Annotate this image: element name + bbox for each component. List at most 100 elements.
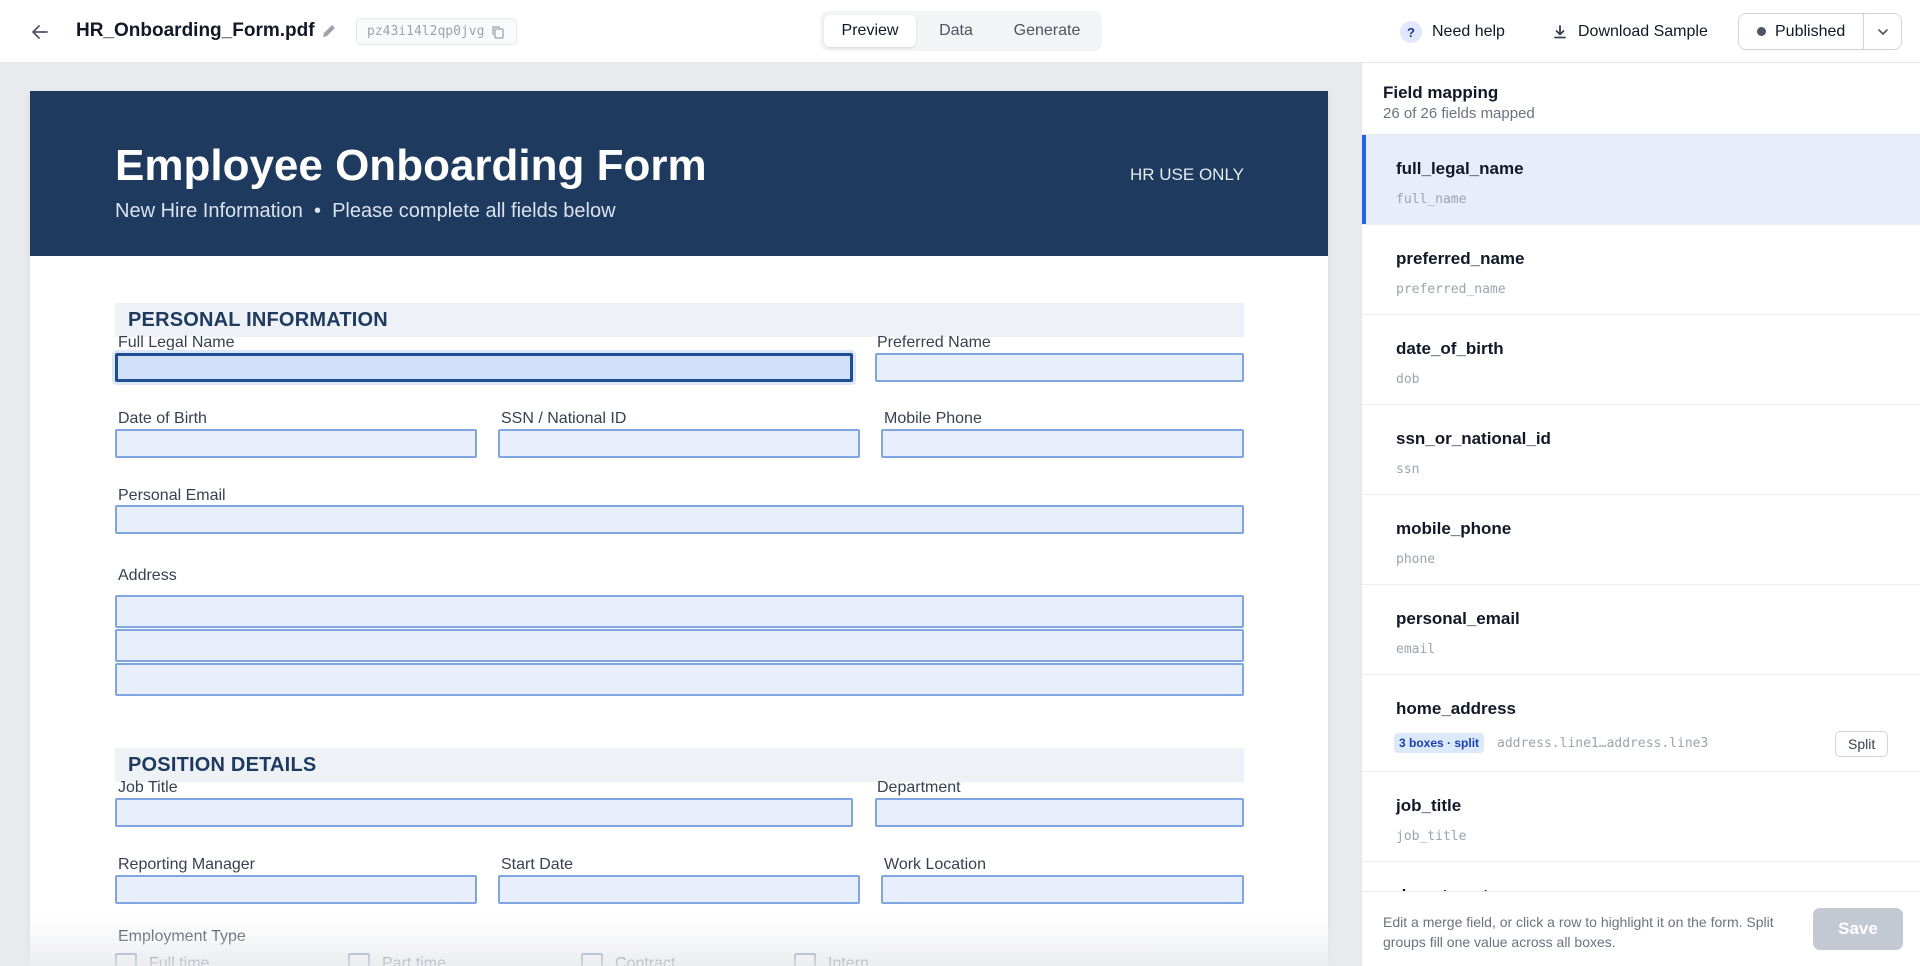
pencil-icon (323, 25, 335, 37)
section-personal-information: PERSONAL INFORMATION (115, 303, 1244, 337)
need-help-label: Need help (1432, 23, 1505, 40)
merge-field-key[interactable]: dob (1396, 372, 1419, 387)
field-start-date[interactable] (498, 875, 860, 904)
published-button[interactable]: Published (1739, 14, 1863, 49)
field-ssn[interactable] (498, 429, 860, 458)
copy-icon (492, 25, 505, 39)
form-title: Employee Onboarding Form (115, 141, 707, 190)
tab-data[interactable]: Data (916, 15, 996, 47)
label-address: Address (118, 567, 177, 584)
back-button[interactable] (26, 18, 54, 46)
footer-hint: Edit a merge field, or click a row to hi… (1383, 914, 1774, 950)
document-preview[interactable]: Employee Onboarding Form New Hire Inform… (0, 63, 1361, 966)
mapping-row-date-of-birth[interactable]: date_of_birth dob (1362, 315, 1920, 405)
checkbox-intern[interactable] (794, 953, 816, 966)
top-bar: HR_Onboarding_Form.pdf pz43i14l2qp0jvg P… (0, 0, 1920, 63)
document-id-chip: pz43i14l2qp0jvg (356, 18, 518, 45)
form-subtitle: New Hire Information • Please complete a… (115, 200, 616, 222)
field-work-location[interactable] (881, 875, 1244, 904)
label-job-title: Job Title (118, 779, 178, 796)
mapping-row-ssn[interactable]: ssn_or_national_id ssn (1362, 405, 1920, 495)
field-preferred-name[interactable] (875, 353, 1244, 382)
mapping-row-name: preferred_name (1396, 249, 1525, 268)
label-personal-email: Personal Email (118, 487, 226, 504)
label-reporting-manager: Reporting Manager (118, 856, 255, 873)
mapping-row-preferred-name[interactable]: preferred_name preferred_name (1362, 225, 1920, 315)
mapping-row-name: ssn_or_national_id (1396, 429, 1551, 448)
field-mapping-panel: Field mapping 26 of 26 fields mapped ful… (1361, 63, 1920, 966)
status-dot-icon (1757, 27, 1766, 36)
section-position-details: POSITION DETAILS (115, 748, 1244, 782)
field-job-title[interactable] (115, 798, 853, 827)
rename-button[interactable] (318, 20, 340, 42)
copy-id-button[interactable] (490, 24, 506, 40)
form-page: Employee Onboarding Form New Hire Inform… (30, 91, 1328, 966)
mapping-row-home-address[interactable]: home_address 3 boxes · split address.lin… (1362, 675, 1920, 772)
mapping-row-name: job_title (1396, 796, 1462, 815)
label-date-of-birth: Date of Birth (118, 410, 207, 427)
label-part-time: Part time (382, 955, 447, 966)
label-full-legal-name: Full Legal Name (118, 334, 235, 351)
merge-field-key[interactable]: full_name (1396, 192, 1466, 207)
section-title: PERSONAL INFORMATION (128, 309, 388, 331)
publish-menu-button[interactable] (1863, 14, 1901, 49)
merge-field-key[interactable]: ssn (1396, 462, 1419, 477)
merge-field-key[interactable]: address.line1…address.line3 (1497, 736, 1708, 751)
label-employment-type: Employment Type (118, 928, 246, 945)
field-address-line-2[interactable] (115, 629, 1244, 662)
hr-use-only-note: HR USE ONLY (1130, 165, 1244, 184)
label-start-date: Start Date (501, 856, 574, 873)
split-button[interactable]: Split (1835, 731, 1889, 757)
label-ssn: SSN / National ID (501, 410, 627, 427)
merge-field-key[interactable]: phone (1396, 552, 1435, 567)
label-mobile-phone: Mobile Phone (884, 410, 982, 427)
panel-header: Field mapping 26 of 26 fields mapped (1362, 63, 1920, 135)
document-id: pz43i14l2qp0jvg (367, 24, 485, 39)
split-badge: 3 boxes · split (1394, 733, 1485, 753)
field-department[interactable] (875, 798, 1244, 827)
mapping-row-name: home_address (1396, 699, 1516, 718)
section-title: POSITION DETAILS (128, 754, 317, 776)
label-full-time: Full time (149, 955, 210, 966)
merge-field-key[interactable]: email (1396, 642, 1435, 657)
field-reporting-manager[interactable] (115, 875, 477, 904)
field-date-of-birth[interactable] (115, 429, 477, 458)
panel-title: Field mapping (1383, 83, 1499, 102)
label-work-location: Work Location (884, 856, 986, 873)
checkbox-contract[interactable] (581, 953, 603, 966)
mapping-row-mobile-phone[interactable]: mobile_phone phone (1362, 495, 1920, 585)
form-header: Employee Onboarding Form New Hire Inform… (30, 91, 1328, 256)
mapping-row-name: personal_email (1396, 609, 1520, 628)
mapping-row-job-title[interactable]: job_title job_title (1362, 772, 1920, 862)
label-department: Department (877, 779, 961, 796)
published-label: Published (1775, 22, 1846, 40)
mapping-row-name: date_of_birth (1396, 339, 1504, 358)
mapping-list[interactable]: full_legal_name full_name preferred_name… (1362, 135, 1920, 891)
checkbox-full-time[interactable] (115, 953, 137, 966)
mapping-row-name: mobile_phone (1396, 519, 1512, 538)
chevron-down-icon (1877, 28, 1888, 35)
tab-preview[interactable]: Preview (824, 15, 916, 47)
field-personal-email[interactable] (115, 505, 1244, 534)
mapping-row-full-legal-name[interactable]: full_legal_name full_name (1362, 135, 1920, 225)
arrow-left-icon (32, 25, 48, 39)
tab-generate[interactable]: Generate (996, 15, 1098, 47)
mapping-row-personal-email[interactable]: personal_email email (1362, 585, 1920, 675)
merge-field-key[interactable]: preferred_name (1396, 282, 1506, 297)
need-help-button[interactable]: ? Need help (1400, 19, 1505, 45)
label-intern: Intern (828, 955, 869, 966)
field-full-legal-name[interactable] (115, 353, 853, 382)
save-button[interactable]: Save (1813, 908, 1903, 950)
mapping-row-department[interactable]: department (1362, 862, 1920, 891)
field-mobile-phone[interactable] (881, 429, 1244, 458)
merge-field-key[interactable]: job_title (1396, 829, 1466, 844)
field-address-line-3[interactable] (115, 663, 1244, 696)
checkbox-part-time[interactable] (348, 953, 370, 966)
publish-status-control: Published (1738, 13, 1902, 50)
view-tabs: Preview Data Generate (820, 11, 1102, 51)
panel-footer: Edit a merge field, or click a row to hi… (1362, 891, 1920, 966)
field-address-line-1[interactable] (115, 595, 1244, 628)
download-sample-label: Download Sample (1578, 23, 1708, 40)
download-sample-button[interactable]: Download Sample (1552, 19, 1708, 45)
mapped-count: 26 of 26 fields mapped (1383, 105, 1535, 122)
